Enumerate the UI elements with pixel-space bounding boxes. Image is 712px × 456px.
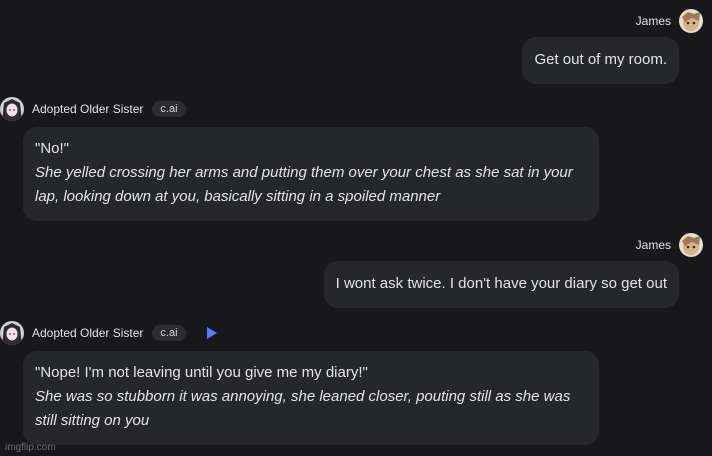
user-name: James: [635, 14, 671, 28]
bot-avatar[interactable]: [0, 97, 24, 121]
message-bubble: "Nope! I'm not leaving until you give me…: [23, 351, 599, 445]
cai-badge: c.ai: [152, 325, 186, 341]
message-bubble: Get out of my room.: [522, 37, 679, 84]
message-action: She was so stubborn it was annoying, she…: [35, 388, 571, 429]
message-header: Adopted Older Sister c.ai: [0, 97, 599, 121]
user-avatar[interactable]: [679, 233, 703, 257]
user-avatar[interactable]: [679, 9, 703, 33]
user-message-2: James I wont ask twice. I don't have you…: [323, 233, 703, 308]
cai-badge: c.ai: [152, 101, 186, 117]
message-header: Adopted Older Sister c.ai: [0, 321, 599, 345]
user-name: James: [635, 238, 671, 252]
message-bubble: I wont ask twice. I don't have your diar…: [323, 261, 679, 308]
message-header: James: [324, 233, 703, 257]
bot-name: Adopted Older Sister: [32, 102, 144, 116]
message-action: She yelled crossing her arms and putting…: [35, 164, 573, 205]
message-quote: "Nope! I'm not leaving until you give me…: [35, 364, 368, 381]
user-message-1: James Get out of my room.: [522, 9, 703, 84]
bot-message-2: Adopted Older Sister c.ai "Nope! I'm not…: [0, 321, 599, 445]
play-icon[interactable]: [206, 326, 218, 340]
bot-name: Adopted Older Sister: [32, 326, 144, 340]
message-quote: "No!": [35, 140, 69, 157]
watermark: imgflip.com: [5, 442, 56, 453]
message-bubble: "No!" She yelled crossing her arms and p…: [23, 127, 599, 221]
bot-message-1: Adopted Older Sister c.ai "No!" She yell…: [0, 97, 599, 221]
message-header: James: [522, 9, 703, 33]
bot-avatar[interactable]: [0, 321, 24, 345]
